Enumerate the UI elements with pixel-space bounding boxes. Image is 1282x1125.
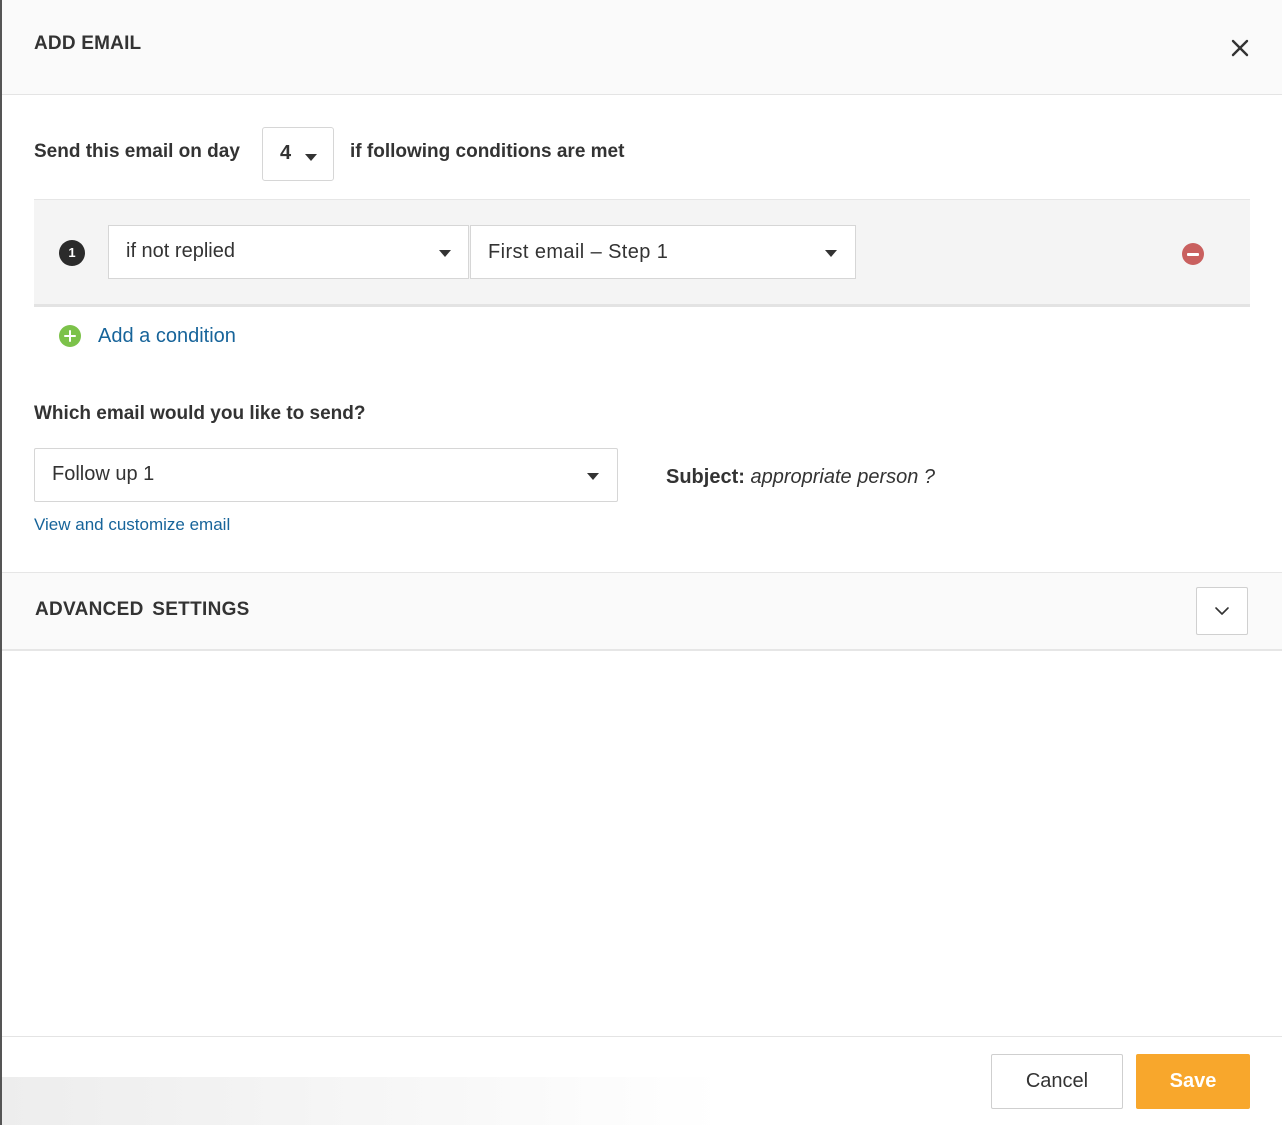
schedule-suffix: if following conditions are met (350, 141, 625, 162)
footer-shadow (2, 1077, 722, 1125)
email-select[interactable]: Follow up 1 (34, 448, 618, 502)
condition-row: 1 if not replied First email – Step 1 (34, 199, 1250, 307)
subject-value: appropriate person ? (750, 466, 936, 488)
email-select-value: Follow up 1 (52, 463, 155, 485)
email-subject: Subject: appropriate person ? (666, 466, 935, 489)
condition-type-value: if not replied (126, 240, 235, 262)
cancel-button[interactable]: Cancel (991, 1054, 1123, 1109)
modal-header: ADD EMAIL (2, 0, 1282, 95)
remove-condition-icon[interactable] (1182, 243, 1204, 265)
advanced-settings-section[interactable]: ADVANCED SETTINGS (2, 572, 1282, 651)
email-question: Which email would you like to send? (34, 403, 366, 424)
chevron-down-icon (1215, 607, 1229, 615)
subject-label: Subject: (666, 466, 745, 488)
condition-email-select[interactable]: First email – Step 1 (470, 225, 856, 279)
modal-footer: Cancel Save (2, 1036, 1282, 1125)
advanced-settings-toggle[interactable] (1196, 587, 1248, 635)
caret-down-icon (825, 250, 837, 257)
caret-down-icon (587, 473, 599, 480)
add-email-modal: ADD EMAIL Send this email on day 4 if fo… (0, 0, 1282, 1125)
close-icon (1231, 39, 1249, 57)
modal-title: ADD EMAIL (34, 33, 142, 54)
caret-down-icon (305, 154, 317, 161)
condition-type-select[interactable]: if not replied (108, 225, 469, 279)
advanced-settings-label: ADVANCED SETTINGS (35, 599, 250, 620)
save-button[interactable]: Save (1136, 1054, 1250, 1109)
view-customize-email-link[interactable]: View and customize email (34, 515, 230, 535)
condition-number-badge: 1 (59, 240, 85, 266)
close-button[interactable] (1228, 36, 1252, 60)
add-condition-label: Add a condition (98, 325, 236, 347)
day-value: 4 (280, 142, 292, 164)
schedule-prefix: Send this email on day (34, 141, 240, 162)
plus-circle-icon (59, 325, 81, 347)
day-select[interactable]: 4 (262, 127, 334, 181)
caret-down-icon (439, 250, 451, 257)
condition-email-value: First email – Step 1 (488, 241, 669, 263)
